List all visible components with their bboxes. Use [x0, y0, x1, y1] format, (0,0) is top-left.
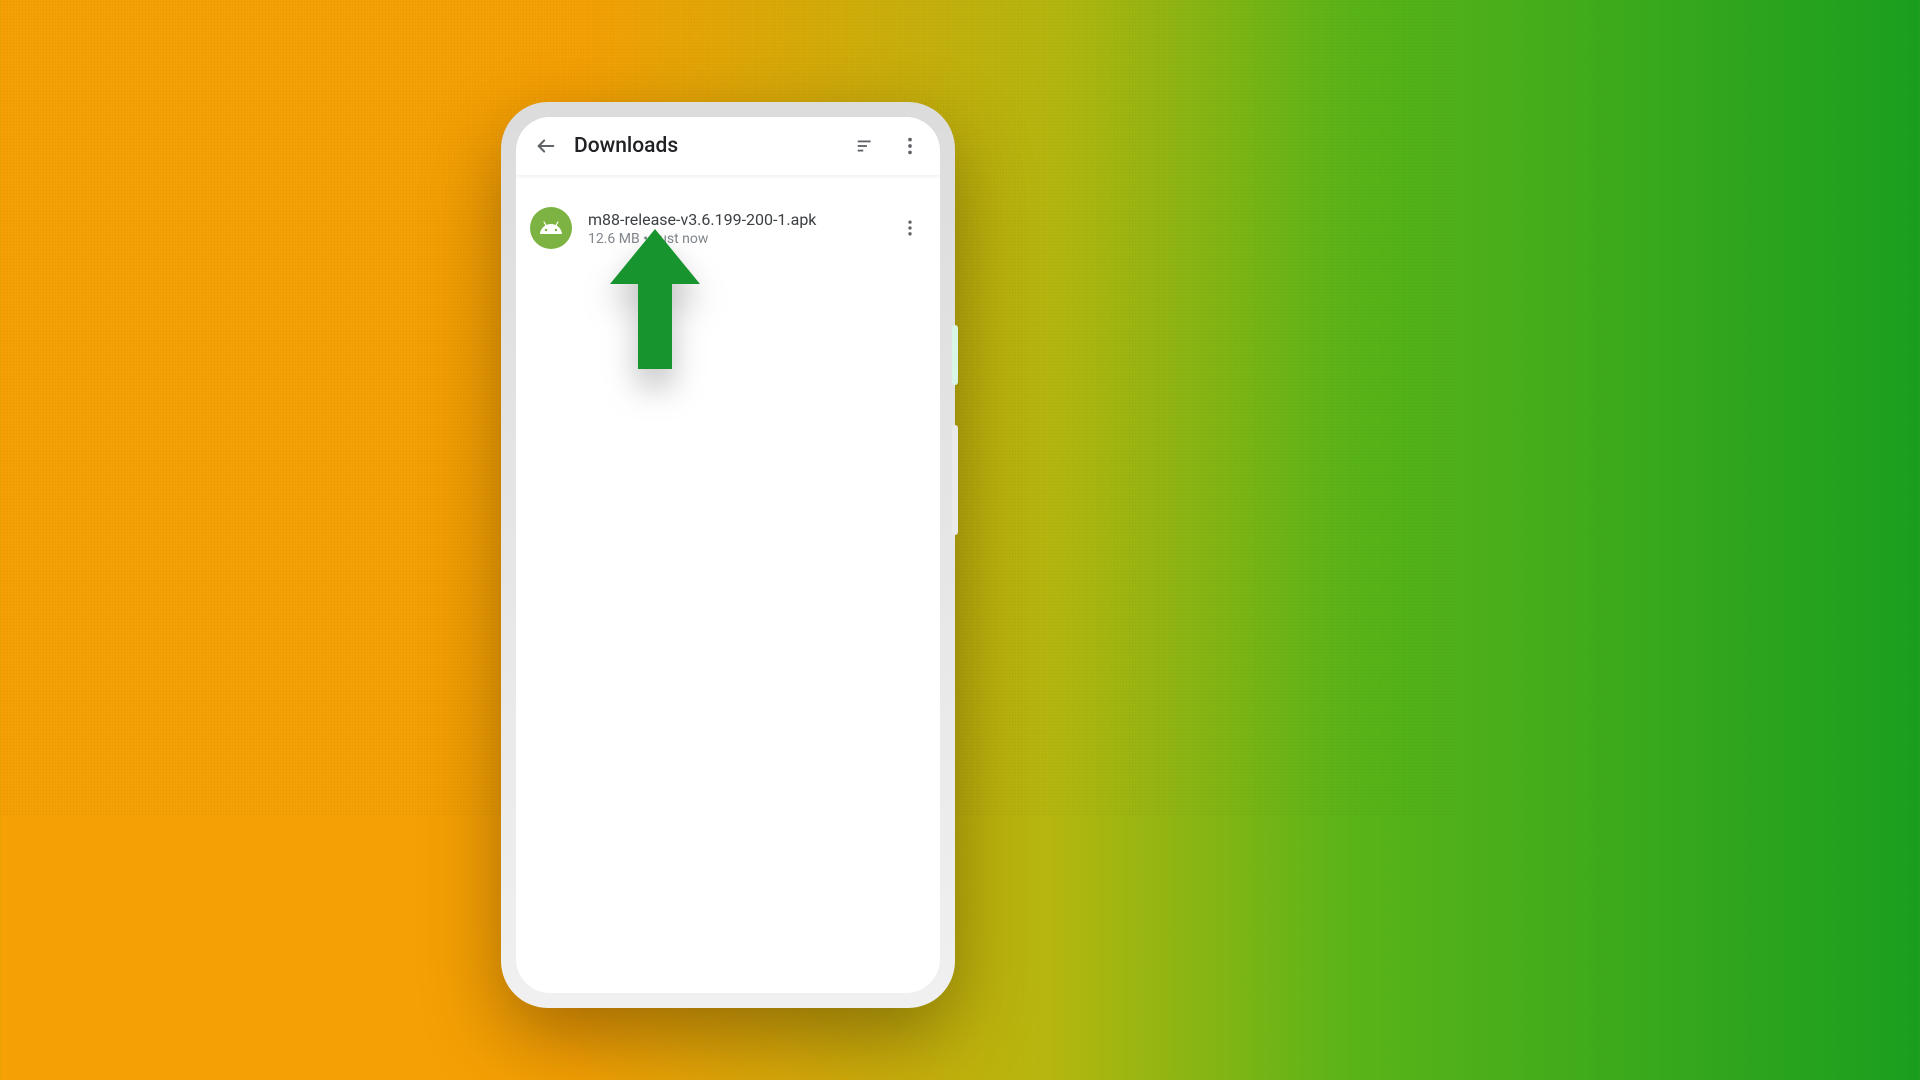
volume-button	[952, 425, 958, 535]
file-time: Just now	[651, 231, 708, 247]
page-title: Downloads	[574, 134, 844, 158]
back-button[interactable]	[524, 124, 568, 168]
sort-button[interactable]	[844, 124, 888, 168]
meta-separator: •	[643, 231, 648, 247]
screen: Downloads m88-release-v	[516, 117, 940, 993]
more-button[interactable]	[888, 124, 932, 168]
file-meta: 12.6 MB • Just now	[588, 231, 892, 247]
file-text: m88-release-v3.6.199-200-1.apk 12.6 MB •…	[588, 210, 892, 247]
arrow-back-icon	[535, 135, 557, 157]
file-name: m88-release-v3.6.199-200-1.apk	[588, 210, 892, 229]
phone-frame: Downloads m88-release-v	[504, 105, 952, 1005]
file-item[interactable]: m88-release-v3.6.199-200-1.apk 12.6 MB •…	[516, 193, 940, 263]
apk-icon	[530, 207, 572, 249]
more-vert-icon	[900, 218, 920, 238]
app-bar: Downloads	[516, 117, 940, 175]
power-button	[952, 325, 958, 385]
sort-icon	[855, 135, 877, 157]
file-size: 12.6 MB	[588, 231, 640, 247]
file-more-button[interactable]	[892, 218, 928, 238]
more-vert-icon	[899, 135, 921, 157]
android-icon	[539, 216, 563, 240]
